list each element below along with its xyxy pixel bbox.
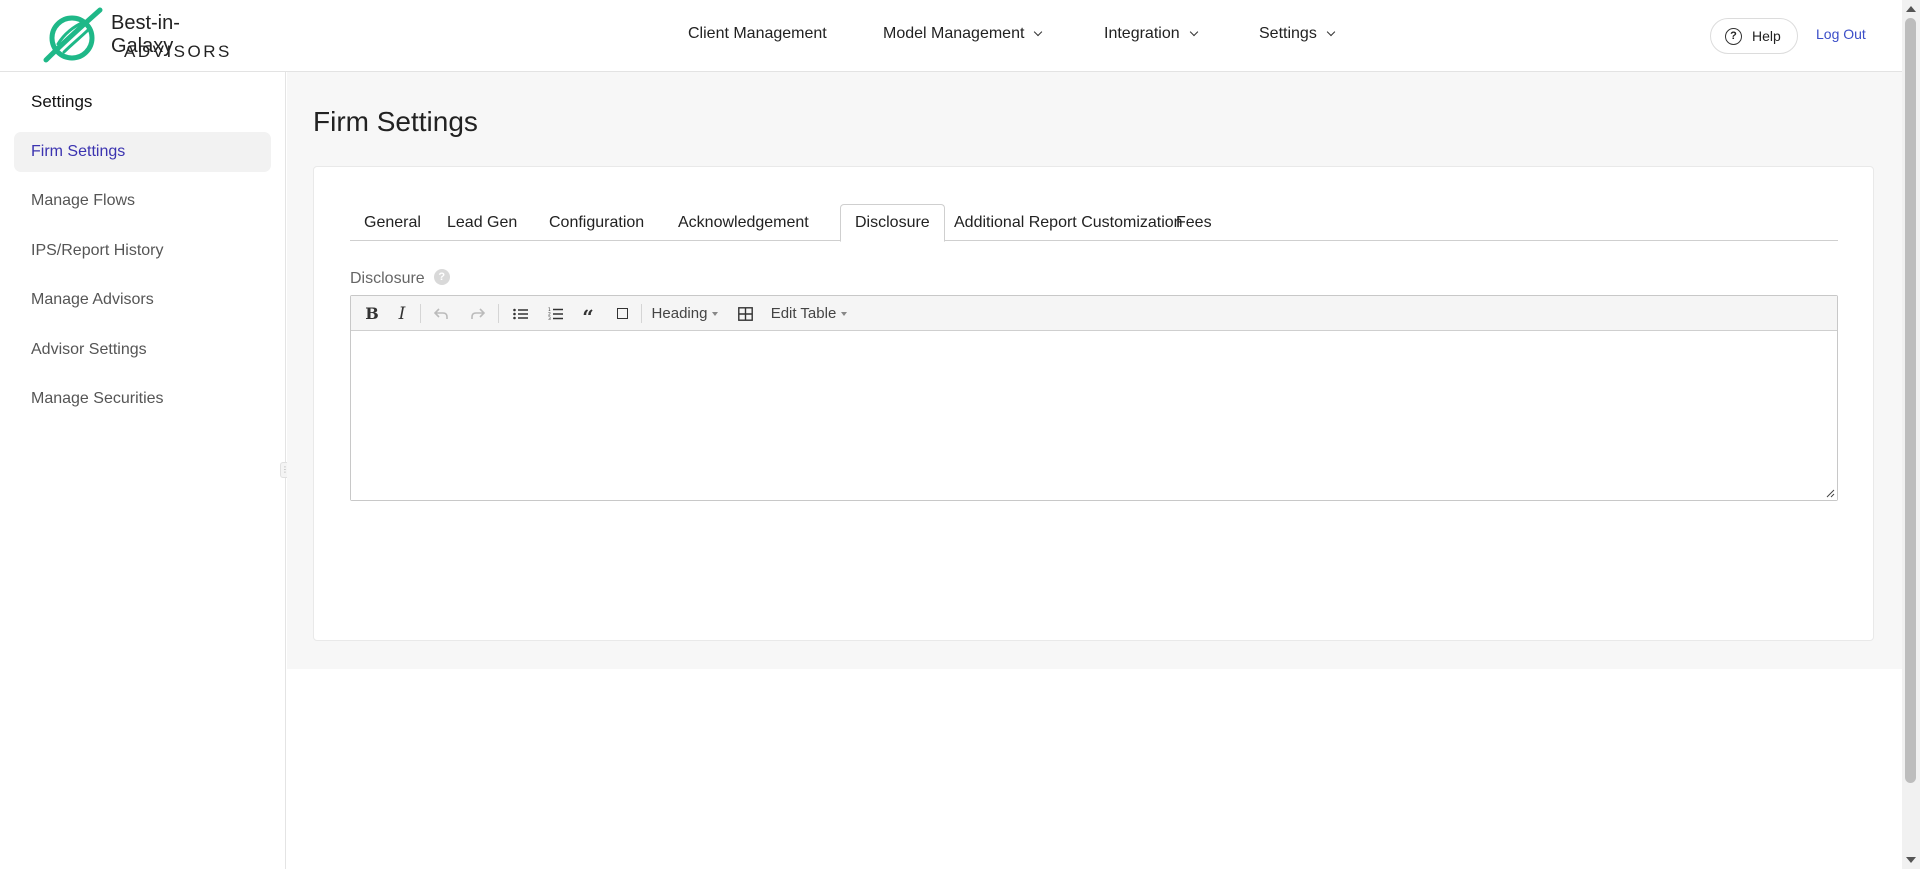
disclosure-editor-content[interactable] [351, 331, 1837, 500]
sidebar-item-manage-flows[interactable]: Manage Flows [14, 181, 271, 221]
field-label-text: Disclosure [350, 270, 425, 287]
svg-text:3: 3 [548, 316, 551, 320]
chevron-down-icon [1326, 27, 1336, 37]
tab-configuration[interactable]: Configuration [535, 204, 658, 241]
numbered-list-button[interactable]: 1 2 3 [541, 296, 569, 331]
nav-integration[interactable]: Integration [1104, 25, 1198, 43]
page-footer-space [287, 669, 1902, 869]
edit-table-dropdown[interactable]: Edit Table [765, 296, 853, 331]
heading-dropdown[interactable]: Heading [647, 296, 723, 331]
redo-icon [471, 307, 485, 319]
brand-logo[interactable]: Best-in-Galaxy ADVISORS [38, 4, 238, 68]
settings-sidebar: Settings Firm Settings Manage Flows IPS/… [0, 72, 286, 869]
caret-down-icon [712, 311, 719, 316]
sidebar-item-label: Manage Advisors [31, 291, 154, 308]
toolbar-separator [641, 304, 642, 323]
resize-grip-icon[interactable] [1826, 489, 1835, 498]
sidebar-item-advisor-settings[interactable]: Advisor Settings [14, 330, 271, 370]
editor-toolbar: B I 1 2 3 “ Heading Edit Table [351, 296, 1837, 331]
nav-settings[interactable]: Settings [1259, 25, 1336, 43]
tab-lead-gen[interactable]: Lead Gen [433, 204, 531, 241]
settings-tabs: General Lead Gen Configuration Acknowled… [350, 204, 1838, 242]
undo-icon [434, 307, 448, 319]
toolbar-separator [498, 304, 499, 323]
italic-button[interactable]: I [389, 296, 415, 331]
nav-client-management[interactable]: Client Management [688, 25, 827, 43]
tab-label: Fees [1176, 213, 1212, 231]
logout-link[interactable]: Log Out [1816, 26, 1866, 42]
brand-tagline: ADVISORS [124, 42, 232, 61]
nav-label: Integration [1104, 25, 1180, 42]
nav-model-management[interactable]: Model Management [883, 25, 1043, 43]
table-icon [737, 306, 753, 321]
bold-button[interactable]: B [359, 296, 385, 331]
top-navbar: Best-in-Galaxy ADVISORS Client Managemen… [0, 0, 1902, 72]
quote-icon: “ [582, 305, 594, 329]
sidebar-item-ips-report-history[interactable]: IPS/Report History [14, 231, 271, 271]
chevron-down-icon [1034, 27, 1043, 37]
edit-table-label: Edit Table [770, 305, 837, 322]
tab-acknowledgement[interactable]: Acknowledgement [664, 204, 823, 241]
insert-table-button[interactable] [733, 296, 757, 331]
undo-button[interactable] [427, 296, 455, 331]
sidebar-item-label: IPS/Report History [31, 242, 164, 259]
redo-button[interactable] [464, 296, 492, 331]
toolbar-separator [420, 304, 421, 323]
page-title: Firm Settings [313, 106, 478, 137]
nav-label: Settings [1259, 25, 1317, 42]
nav-label: Model Management [883, 25, 1025, 42]
sidebar-title: Settings [31, 92, 93, 111]
bulleted-list-button[interactable] [506, 296, 534, 331]
scroll-up-arrow-icon[interactable] [1906, 6, 1916, 12]
tab-label: Acknowledgement [678, 213, 809, 231]
bulleted-list-icon [512, 308, 528, 319]
help-circle-icon: ? [1725, 27, 1742, 45]
scrollbar-thumb[interactable] [1905, 18, 1916, 783]
tab-label: Disclosure [855, 214, 930, 231]
chevron-down-icon [1189, 27, 1198, 37]
planet-logo-icon [43, 7, 103, 63]
blockquote-button[interactable]: “ [574, 296, 602, 331]
scroll-down-arrow-icon[interactable] [1906, 857, 1916, 863]
vertical-scrollbar[interactable] [1902, 0, 1920, 869]
tab-label: General [364, 213, 421, 231]
square-icon [616, 308, 628, 319]
sidebar-item-label: Advisor Settings [31, 341, 147, 358]
nav-label: Client Management [688, 25, 827, 42]
help-tooltip-icon[interactable]: ? [433, 269, 450, 285]
tab-additional-report-customization[interactable]: Additional Report Customization [940, 204, 1197, 241]
numbered-list-icon: 1 2 3 [548, 307, 563, 320]
sidebar-item-firm-settings[interactable]: Firm Settings [14, 132, 271, 172]
disclosure-rich-text-editor: B I 1 2 3 “ Heading Edit Table [350, 295, 1838, 501]
sidebar-item-label: Manage Flows [31, 192, 136, 209]
help-button[interactable]: ? Help [1710, 18, 1798, 54]
tab-disclosure[interactable]: Disclosure [840, 204, 945, 242]
sidebar-item-manage-advisors[interactable]: Manage Advisors [14, 280, 271, 320]
help-label: Help [1752, 28, 1781, 44]
tab-label: Additional Report Customization [954, 213, 1183, 231]
sidebar-item-label: Firm Settings [31, 143, 126, 160]
tab-label: Configuration [549, 213, 645, 231]
heading-label: Heading [651, 305, 708, 322]
tab-label: Lead Gen [447, 213, 518, 231]
tab-general[interactable]: General [350, 204, 435, 241]
sidebar-item-manage-securities[interactable]: Manage Securities [14, 379, 271, 419]
caret-down-icon [841, 311, 848, 316]
tab-fees[interactable]: Fees [1162, 204, 1226, 241]
main-content: Firm Settings General Lead Gen Configura… [287, 72, 1902, 669]
sidebar-item-label: Manage Securities [31, 390, 164, 407]
settings-card: General Lead Gen Configuration Acknowled… [313, 166, 1874, 641]
insert-box-button[interactable] [608, 296, 636, 331]
disclosure-field-label: Disclosure ? [350, 269, 450, 288]
